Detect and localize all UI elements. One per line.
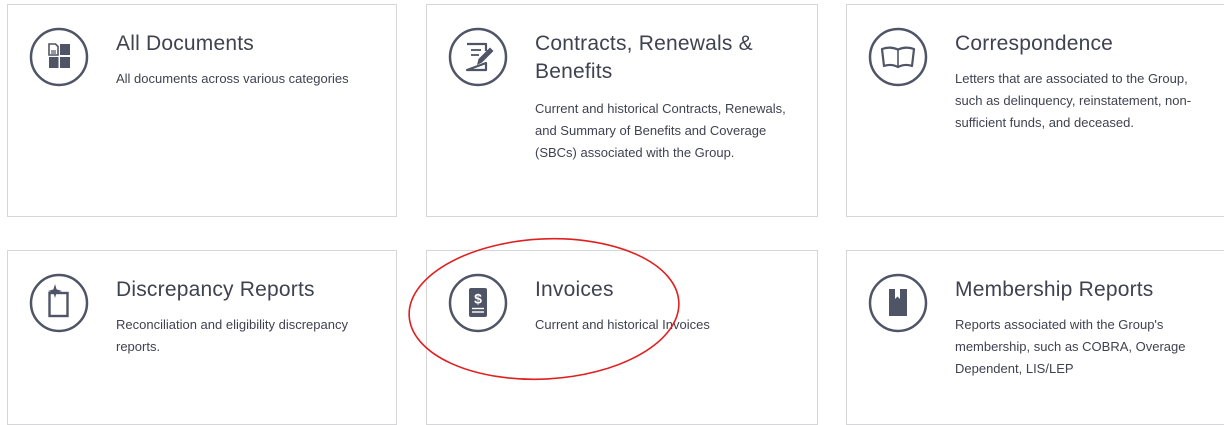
card-invoices[interactable]: $ Invoices Current and historical Invoic…: [426, 250, 818, 425]
card-membership-reports[interactable]: Membership Reports Reports associated wi…: [846, 250, 1224, 425]
documents-grid-icon: [29, 27, 89, 87]
card-title: Membership Reports: [955, 278, 1154, 301]
card-contracts-renewals-benefits[interactable]: Contracts, Renewals & Benefits Current a…: [426, 4, 818, 217]
card-discrepancy-reports[interactable]: Discrepancy Reports Reconciliation and e…: [7, 250, 397, 425]
open-book-icon: [868, 27, 928, 87]
card-title: Contracts, Renewals & Benefits: [535, 32, 753, 83]
card-title: All Documents: [116, 32, 254, 55]
card-description: Current and historical Invoices: [535, 317, 710, 332]
pencil-on-paper-icon: [448, 27, 508, 87]
card-title: Correspondence: [955, 32, 1114, 55]
card-description: Reconciliation and eligibility discrepan…: [116, 317, 348, 354]
svg-text:$: $: [474, 291, 482, 307]
card-correspondence[interactable]: Correspondence Letters that are associat…: [846, 4, 1224, 217]
card-description: All documents across various categories: [116, 71, 349, 86]
card-title: Invoices: [535, 278, 614, 301]
dollar-invoice-icon: $: [448, 273, 508, 333]
bookmark-icon: [868, 273, 928, 333]
sparkle-document-icon: [29, 273, 89, 333]
card-all-documents[interactable]: All Documents All documents across vario…: [7, 4, 397, 217]
card-description: Current and historical Contracts, Renewa…: [535, 101, 786, 160]
card-title: Discrepancy Reports: [116, 278, 315, 301]
card-description: Letters that are associated to the Group…: [955, 71, 1192, 130]
card-description: Reports associated with the Group's memb…: [955, 317, 1186, 376]
